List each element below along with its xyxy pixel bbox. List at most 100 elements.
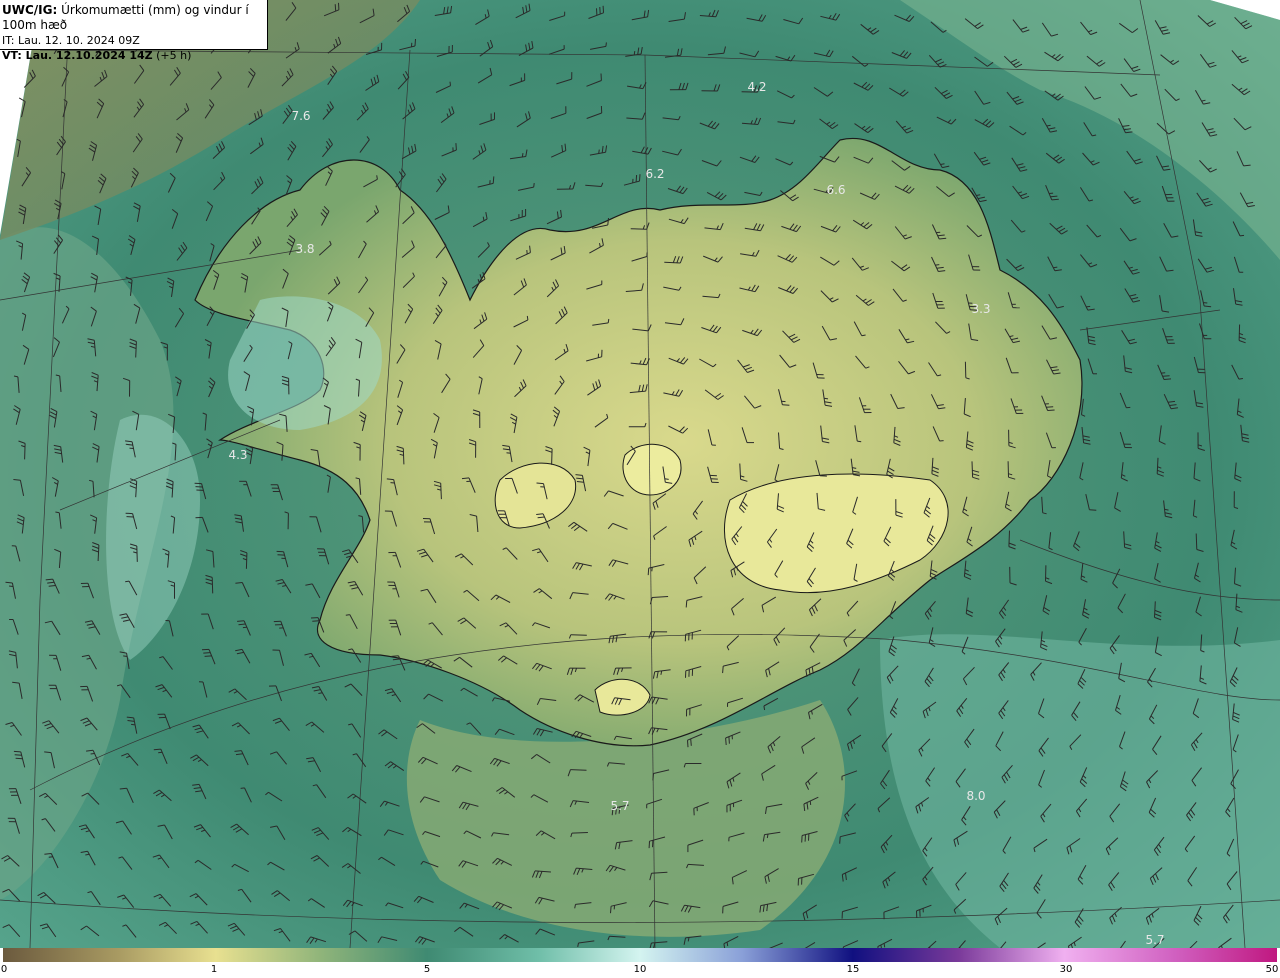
wind-barb-flag (391, 655, 399, 657)
wind-barb-flag (345, 614, 350, 616)
wind-barb-flag (461, 477, 470, 480)
colorbar-tick: 50 (1265, 964, 1279, 975)
wind-barb (571, 832, 588, 834)
wind-barb (211, 577, 214, 594)
wind-barb-flag (1053, 266, 1058, 269)
wind-barb-flag (455, 143, 457, 151)
wind-barb-flag (533, 183, 535, 188)
wind-barb-flag (536, 482, 544, 485)
wind-barb-flag (204, 655, 212, 657)
wind-barb (664, 261, 681, 264)
wind-barb-flag (414, 38, 416, 47)
wind-barb-flag (1239, 234, 1245, 237)
value-label: 4.2 (747, 80, 767, 94)
wind-barb-flag (131, 723, 136, 726)
colorbar-tick: 30 (1059, 964, 1073, 975)
wind-barb (630, 228, 647, 230)
wind-barb-flag (690, 738, 692, 746)
wind-barb-flag (240, 787, 245, 789)
wind-barb-flag (857, 440, 862, 443)
wind-barb-flag (1050, 195, 1058, 198)
wind-barb-flag (123, 655, 128, 657)
wind-barb-flag (386, 478, 394, 481)
wind-barb-flag (861, 334, 866, 337)
wind-barb-flag (238, 623, 246, 626)
colorbar-tick: 15 (846, 964, 860, 975)
wind-barb-flag (605, 42, 607, 47)
value-label: 4.3 (228, 448, 248, 462)
wind-barb-flag (607, 318, 610, 323)
wind-barb-flag (1162, 375, 1170, 377)
wind-barb-flag (1047, 409, 1055, 411)
wind-barb-flag (90, 753, 95, 755)
wind-barb-flag (610, 906, 612, 914)
model-name: UWC/IG: (2, 3, 58, 17)
wind-barb (551, 448, 553, 465)
wind-barb-flag (652, 773, 654, 781)
wind-barb-flag (203, 652, 211, 654)
value-label: 7.6 (291, 109, 311, 123)
wind-barb-flag (13, 750, 21, 753)
wind-barb-flag (1204, 305, 1212, 308)
wind-barb-flag (13, 479, 21, 481)
wind-barb-flag (85, 853, 90, 856)
wind-barb-flag (935, 264, 940, 266)
wind-barb-flag (639, 174, 641, 182)
wind-barb-flag (607, 217, 609, 226)
initial-time: IT: Lau. 12. 10. 2024 09Z (2, 34, 140, 47)
forecast-offset: (+5 h) (156, 49, 192, 62)
wind-barb-flag (536, 513, 544, 515)
wind-barb-flag (392, 658, 400, 661)
wind-barb (1195, 533, 1198, 550)
wind-barb-flag (687, 740, 689, 748)
wind-barb-flag (664, 478, 669, 480)
wind-barb-flag (492, 176, 495, 184)
valid-time-value: VT: Lau. 12.10.2024 14Z (2, 49, 153, 62)
wind-barb-flag (48, 856, 53, 858)
wind-barb-flag (883, 943, 886, 948)
wind-barb (971, 461, 974, 478)
colorbar-tick: 1 (210, 964, 218, 975)
wind-barb-flag (449, 81, 451, 86)
glacier-hofsjokull (622, 443, 682, 496)
wind-barb-flag (506, 452, 511, 454)
wind-barb-flag (722, 666, 724, 674)
wind-barb-flag (1051, 198, 1059, 201)
wind-barb (24, 443, 26, 460)
wind-barb-flag (763, 705, 766, 711)
wind-barb-flag (728, 736, 730, 744)
wind-barb-flag (312, 620, 320, 622)
wind-barb-flag (376, 175, 378, 180)
wind-barb-flag (1163, 378, 1172, 380)
value-label: 6.6 (826, 183, 846, 197)
wind-barb-flag (809, 800, 812, 806)
precipitation-map: 4.2 7.6 6.2 6.6 3.8 3.3 4.3 5.7 8.0 5.7 (0, 0, 1280, 948)
value-label: 3.8 (295, 242, 315, 256)
colorbar: 0 1 5 10 15 30 50 (0, 948, 1280, 978)
wind-barb (135, 341, 137, 358)
wind-barb (402, 448, 405, 465)
value-label: 3.3 (971, 302, 991, 316)
wind-barb-flag (685, 600, 688, 608)
wind-barb-flag (725, 737, 727, 746)
wind-barb-flag (766, 834, 769, 839)
wind-barb-flag (1238, 378, 1243, 380)
map-canvas (0, 0, 1280, 948)
wind-barb-flag (782, 404, 790, 406)
colorbar-tick: 10 (633, 964, 647, 975)
wind-barb (440, 483, 442, 500)
value-label: 6.2 (645, 167, 665, 181)
wind-barb-flag (633, 51, 636, 56)
wind-barb-flag (598, 149, 600, 154)
map-title-box: UWC/IG: Úrkomumætti (mm) og vindur í 100… (0, 0, 268, 62)
wind-barb-flag (635, 174, 638, 183)
wind-barb (245, 552, 248, 569)
wind-barb-flag (521, 153, 524, 158)
wind-barb-flag (125, 580, 130, 583)
wind-barb-flag (153, 748, 161, 751)
wind-barb-flag (9, 585, 14, 587)
wind-barb-flag (1046, 406, 1054, 408)
wind-barb (570, 769, 587, 771)
wind-barb-flag (237, 620, 245, 622)
wind-barb-flag (44, 751, 52, 754)
